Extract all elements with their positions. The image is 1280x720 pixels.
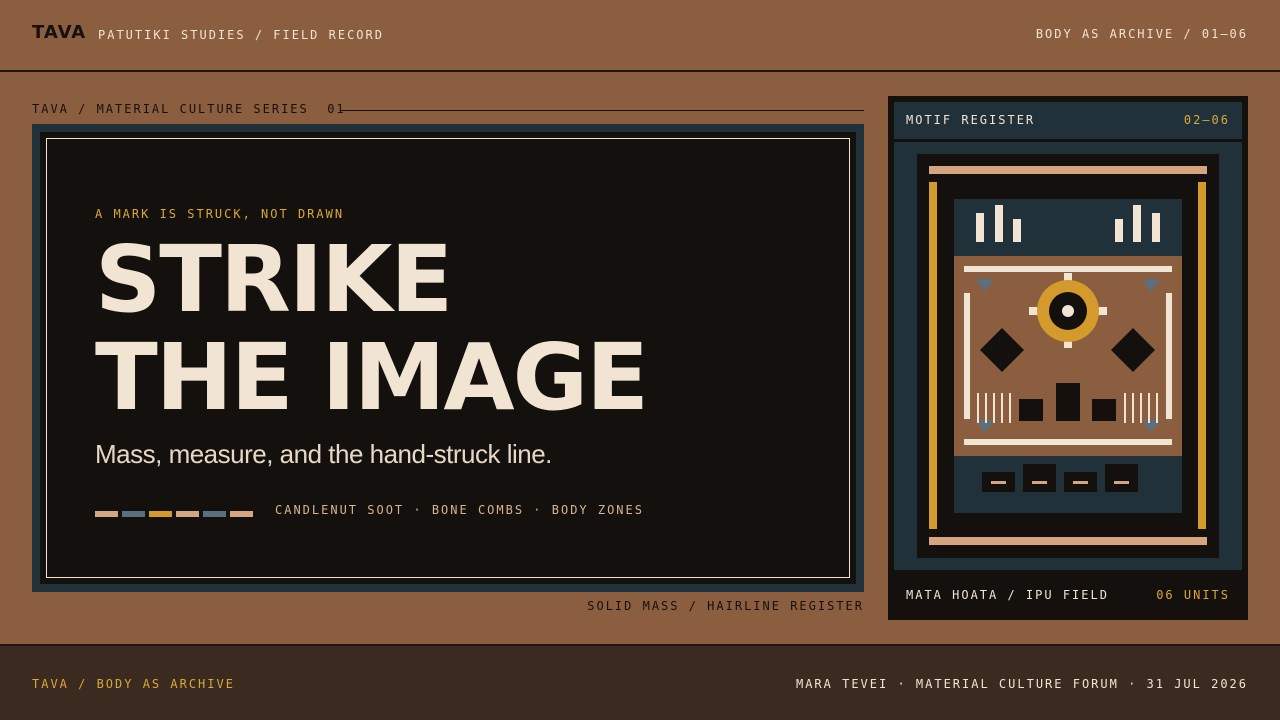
color-swatches — [95, 511, 253, 517]
hero-headline: STRIKE THE IMAGE — [95, 226, 649, 431]
card-header: MOTIF REGISTER 02–06 — [894, 102, 1242, 140]
hero-lede: Mass, measure, and the hand-struck line. — [95, 439, 552, 469]
bottom-footer: TAVA / BODY AS ARCHIVE MARA TEVEI · MATE… — [0, 644, 1280, 720]
card-title: MOTIF REGISTER — [906, 113, 1036, 127]
footer-credit: MARA TEVEI · MATERIAL CULTURE FORUM · 31… — [795, 677, 1248, 691]
motif-artwork — [894, 142, 1242, 570]
section-indicator: BODY AS ARCHIVE / 01–06 — [1035, 27, 1248, 41]
motif-register-card: MOTIF REGISTER 02–06 MATA HOATA / IPU FI… — [888, 96, 1248, 620]
swatch — [122, 511, 145, 517]
hero-kicker: A MARK IS STRUCK, NOT DRAWN — [95, 207, 345, 221]
card-footer-label: MATA HOATA / IPU FIELD — [906, 588, 1109, 602]
series-label: TAVA / MATERIAL CULTURE SERIES 01 — [32, 102, 346, 116]
headline-line-2: THE IMAGE — [95, 324, 649, 431]
swatch — [95, 511, 118, 517]
swatch — [176, 511, 199, 517]
motif-pattern-graphic — [917, 154, 1219, 558]
hero-caption: SOLID MASS / HAIRLINE REGISTER — [587, 599, 864, 613]
swatch — [149, 511, 172, 517]
card-code: 02–06 — [1183, 113, 1230, 127]
hairline-border: A MARK IS STRUCK, NOT DRAWN STRIKE THE I… — [46, 138, 850, 578]
hero-panel: A MARK IS STRUCK, NOT DRAWN STRIKE THE I… — [32, 124, 864, 592]
header-subtitle: PATUTIKI STUDIES / FIELD RECORD — [98, 28, 384, 42]
top-header: TAVA PATUTIKI STUDIES / FIELD RECORD BOD… — [0, 0, 1280, 72]
series-divider — [340, 110, 864, 111]
footer-left-label: TAVA / BODY AS ARCHIVE — [32, 677, 235, 691]
swatch — [203, 511, 226, 517]
brand-logo[interactable]: TAVA — [32, 22, 86, 43]
hero-inner-panel: A MARK IS STRUCK, NOT DRAWN STRIKE THE I… — [40, 132, 856, 584]
materials-list: CANDLENUT SOOT · BONE COMBS · BODY ZONES — [275, 503, 644, 517]
headline-line-1: STRIKE — [95, 226, 453, 333]
card-footer-count: 06 UNITS — [1156, 588, 1230, 602]
swatch — [230, 511, 253, 517]
